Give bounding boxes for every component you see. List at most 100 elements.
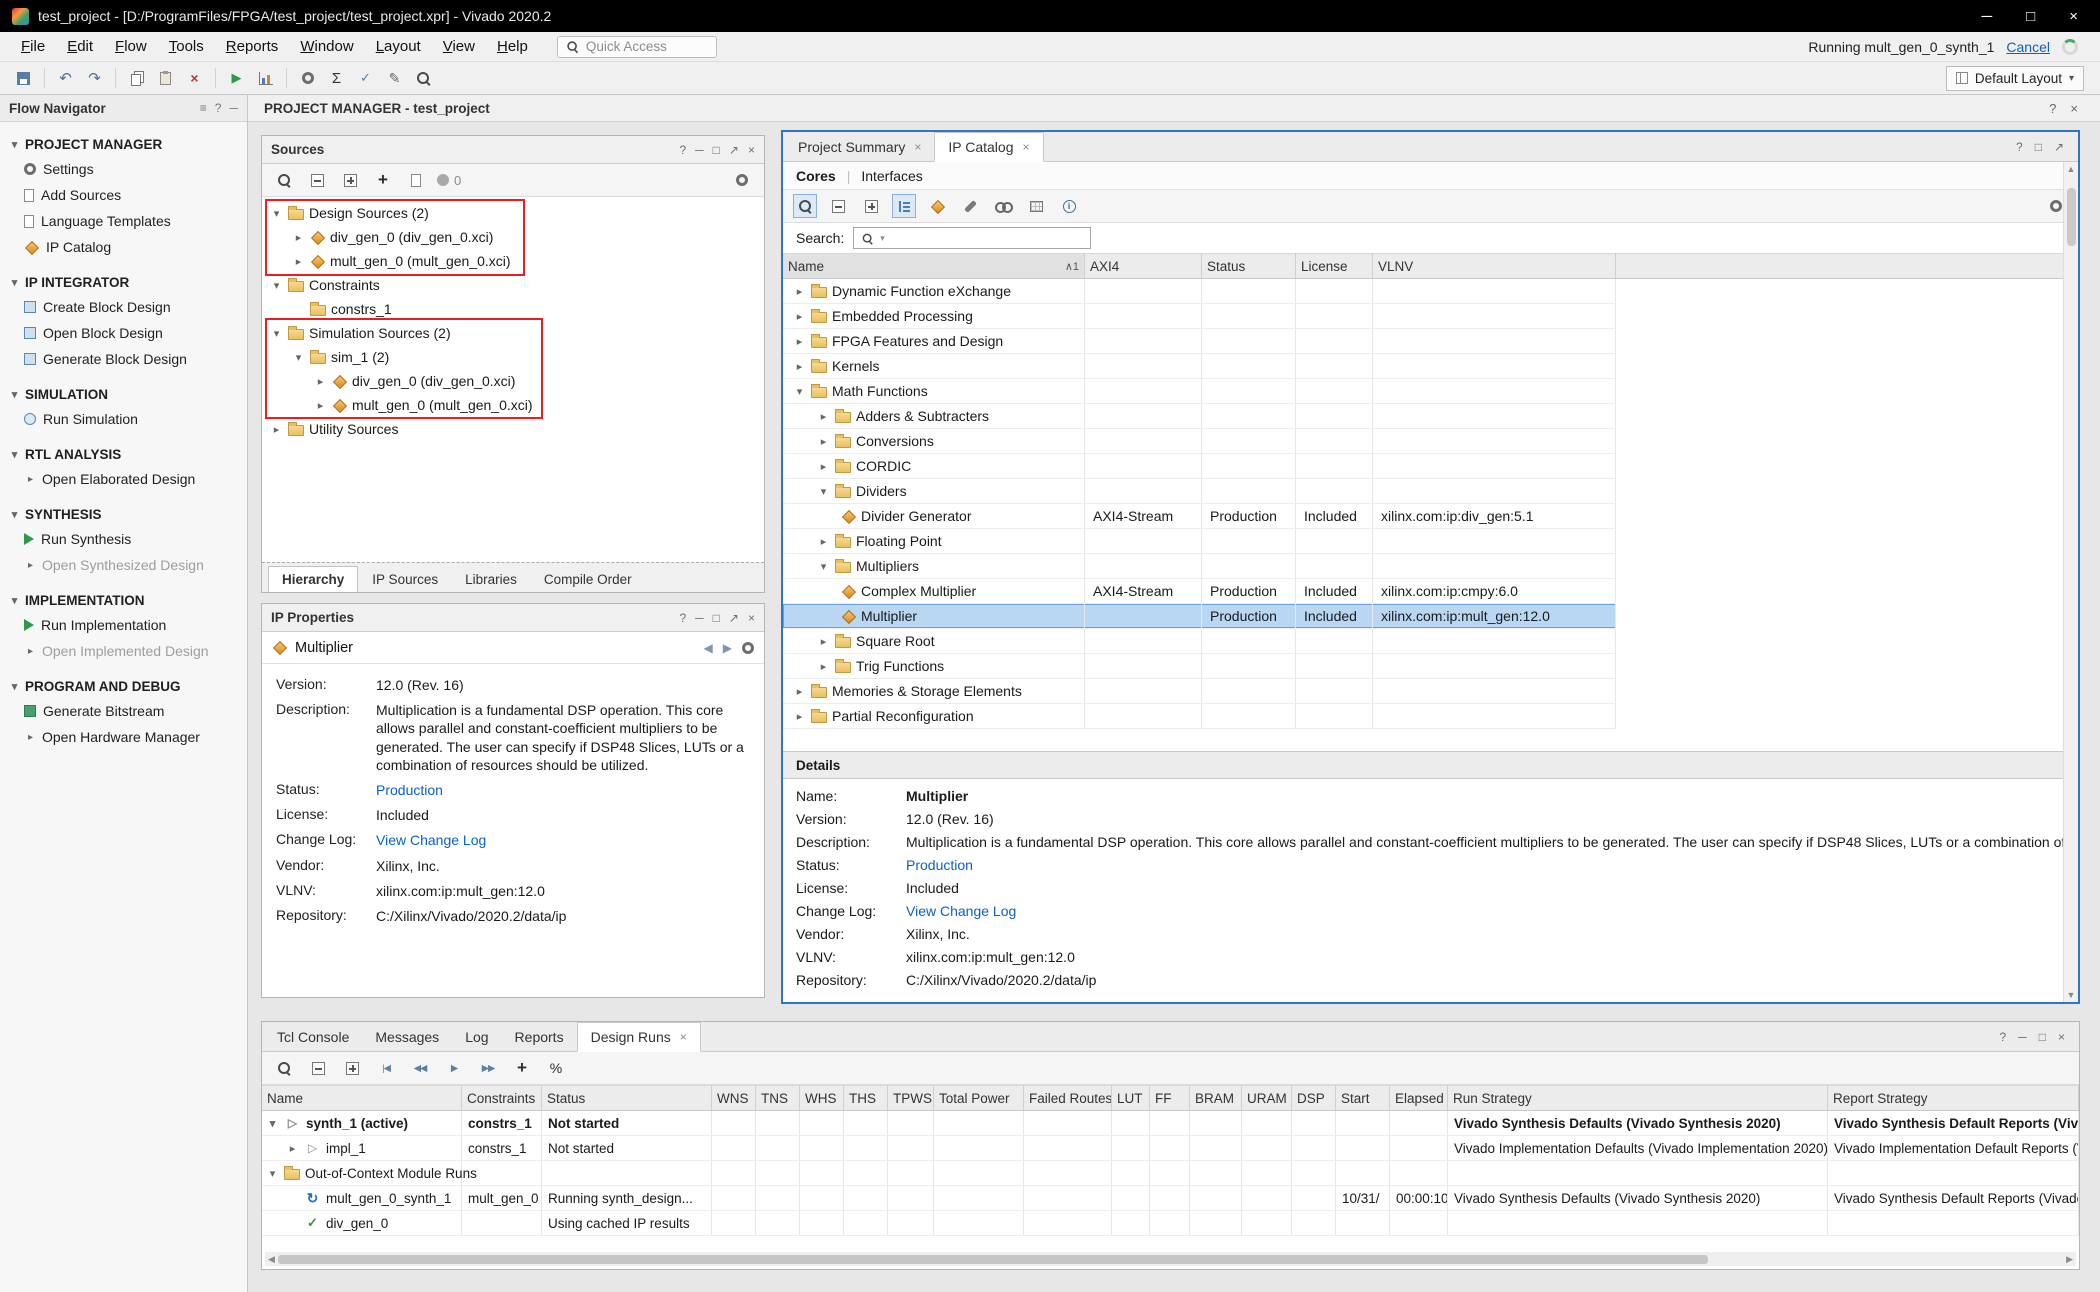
flow-section-header[interactable]: ▾IMPLEMENTATION — [0, 589, 247, 612]
minimize-icon[interactable]: ─ — [229, 101, 238, 115]
menu-item-layout[interactable]: Layout — [365, 34, 432, 59]
sum-button[interactable]: Σ — [323, 65, 350, 91]
menu-item-view[interactable]: View — [432, 34, 486, 59]
chevron-collapsed-icon[interactable]: ▸ — [793, 685, 806, 698]
settings-button[interactable] — [294, 65, 321, 91]
column-header-tpws[interactable]: TPWS — [888, 1086, 934, 1110]
expand-all-button[interactable] — [859, 194, 883, 218]
column-header-run-strategy[interactable]: Run Strategy — [1448, 1086, 1828, 1110]
catalog-row-multiplier[interactable]: MultiplierProductionIncludedxilinx.com:i… — [783, 604, 1616, 629]
scrollbar-thumb[interactable] — [278, 1255, 1708, 1264]
run-prev-button[interactable]: ◀◀ — [408, 1056, 432, 1080]
column-header-name[interactable]: Name — [262, 1086, 462, 1110]
design-run-row-div-gen-0[interactable]: ✓div_gen_0Using cached IP results — [262, 1211, 2079, 1236]
column-header-constraints[interactable]: Constraints — [462, 1086, 542, 1110]
scroll-down-icon[interactable]: ▼ — [2067, 988, 2076, 1002]
source-item-design-sources-2[interactable]: ▾Design Sources (2) — [264, 201, 764, 225]
sources-tab-libraries[interactable]: Libraries — [452, 566, 530, 592]
float-icon[interactable]: ↗ — [729, 143, 739, 157]
column-header-tns[interactable]: TNS — [756, 1086, 800, 1110]
flow-section-header[interactable]: ▾RTL ANALYSIS — [0, 443, 247, 466]
close-button[interactable]: × — [2069, 8, 2078, 25]
menu-item-help[interactable]: Help — [486, 34, 539, 59]
help-icon[interactable]: ? — [679, 143, 686, 157]
menu-item-window[interactable]: Window — [289, 34, 364, 59]
source-item-utility-sources[interactable]: ▸Utility Sources — [264, 417, 764, 441]
source-item-constraints[interactable]: ▾Constraints — [264, 273, 764, 297]
flow-section-header[interactable]: ▾SYNTHESIS — [0, 503, 247, 526]
field-value[interactable]: View Change Log — [376, 831, 750, 849]
add-source-button[interactable]: + — [371, 168, 395, 192]
design-run-row-impl-1[interactable]: ▸▷impl_1constrs_1Not startedVivado Imple… — [262, 1136, 2079, 1161]
chevron-expanded-icon[interactable]: ▾ — [266, 1167, 279, 1180]
add-run-button[interactable]: + — [510, 1056, 534, 1080]
column-header-elapsed[interactable]: Elapsed — [1390, 1086, 1448, 1110]
column-header-start[interactable]: Start — [1336, 1086, 1390, 1110]
chevron-collapsed-icon[interactable]: ▸ — [817, 460, 830, 473]
help-icon[interactable]: ? — [2049, 101, 2056, 116]
flow-item-run-synthesis[interactable]: Run Synthesis — [0, 526, 247, 552]
tab-ip-catalog[interactable]: IP Catalog× — [934, 132, 1043, 162]
menu-item-tools[interactable]: Tools — [158, 34, 215, 59]
search-button[interactable] — [793, 194, 817, 218]
flow-item-open-elaborated-design[interactable]: ▸Open Elaborated Design — [0, 466, 247, 492]
chevron-collapsed-icon[interactable]: ▸ — [793, 285, 806, 298]
paste-button[interactable] — [152, 65, 179, 91]
redo-button[interactable]: ↷ — [81, 65, 108, 91]
close-icon[interactable]: × — [2070, 101, 2078, 116]
source-item-sim-1-2[interactable]: ▾sim_1 (2) — [264, 345, 764, 369]
customize-ip-button[interactable] — [958, 194, 982, 218]
tab-interfaces[interactable]: Interfaces — [861, 168, 922, 184]
menu-item-file[interactable]: File — [10, 34, 56, 59]
chevron-expanded-icon[interactable]: ▾ — [270, 207, 283, 220]
chevron-collapsed-icon[interactable]: ▸ — [292, 255, 305, 268]
field-value[interactable]: Production — [906, 857, 999, 873]
catalog-row-fpga-features-and-design[interactable]: ▸FPGA Features and Design — [783, 329, 1616, 354]
maximize-icon[interactable]: □ — [2039, 1030, 2046, 1044]
catalog-row-dynamic-function-exchange[interactable]: ▸Dynamic Function eXchange — [783, 279, 1616, 304]
tab-project-summary[interactable]: Project Summary× — [785, 132, 934, 161]
layout-selector[interactable]: Default Layout ▾ — [1946, 66, 2084, 91]
chevron-collapsed-icon[interactable]: ▸ — [793, 360, 806, 373]
design-run-row-mult-gen-0-synth-1[interactable]: ↻mult_gen_0_synth_1mult_gen_0Running syn… — [262, 1186, 2079, 1211]
flow-item-create-block-design[interactable]: Create Block Design — [0, 294, 247, 320]
minimize-icon[interactable]: ─ — [695, 611, 704, 625]
catalog-row-divider-generator[interactable]: Divider GeneratorAXI4-StreamProductionIn… — [783, 504, 1616, 529]
catalog-row-adders-subtracters[interactable]: ▸Adders & Subtracters — [783, 404, 1616, 429]
sources-tab-compile-order[interactable]: Compile Order — [531, 566, 645, 592]
help-icon[interactable]: ? — [2000, 1030, 2007, 1044]
close-icon[interactable]: × — [1023, 140, 1030, 154]
catalog-row-embedded-processing[interactable]: ▸Embedded Processing — [783, 304, 1616, 329]
flow-item-language-templates[interactable]: Language Templates — [0, 208, 247, 234]
catalog-search-input[interactable]: ▾ — [853, 227, 1091, 249]
menu-icon[interactable]: ≡ — [200, 101, 207, 115]
maximize-icon[interactable]: □ — [713, 611, 720, 625]
undo-button[interactable]: ↶ — [52, 65, 79, 91]
flow-item-open-hardware-manager[interactable]: ▸Open Hardware Manager — [0, 724, 247, 750]
catalog-row-square-root[interactable]: ▸Square Root — [783, 629, 1616, 654]
add-ip-button[interactable] — [925, 194, 949, 218]
chevron-expanded-icon[interactable]: ▾ — [266, 1117, 279, 1130]
column-header-lut[interactable]: LUT — [1112, 1086, 1150, 1110]
field-value[interactable]: Production — [376, 781, 750, 799]
flow-item-open-synthesized-design[interactable]: ▸Open Synthesized Design — [0, 552, 247, 578]
minimize-button[interactable]: ─ — [1982, 8, 1993, 25]
new-file-button[interactable] — [404, 168, 428, 192]
flow-section-header[interactable]: ▾SIMULATION — [0, 383, 247, 406]
cancel-link[interactable]: Cancel — [2006, 39, 2050, 55]
column-header-ff[interactable]: FF — [1150, 1086, 1190, 1110]
column-header-bram[interactable]: BRAM — [1190, 1086, 1242, 1110]
vertical-scrollbar[interactable]: ▲ ▼ — [2063, 162, 2078, 1002]
information-button[interactable] — [1057, 194, 1081, 218]
flow-item-add-sources[interactable]: Add Sources — [0, 182, 247, 208]
chevron-collapsed-icon[interactable]: ▸ — [817, 410, 830, 423]
column-header-uram[interactable]: URAM — [1242, 1086, 1292, 1110]
chevron-expanded-icon[interactable]: ▾ — [817, 560, 830, 573]
delete-button[interactable]: × — [181, 65, 208, 91]
collapse-all-button[interactable] — [306, 1056, 330, 1080]
forward-icon[interactable]: ▶ — [723, 641, 732, 655]
chevron-expanded-icon[interactable]: ▾ — [793, 385, 806, 398]
float-icon[interactable]: ↗ — [2054, 140, 2064, 154]
catalog-row-multipliers[interactable]: ▾Multipliers — [783, 554, 1616, 579]
close-icon[interactable]: × — [914, 140, 921, 154]
